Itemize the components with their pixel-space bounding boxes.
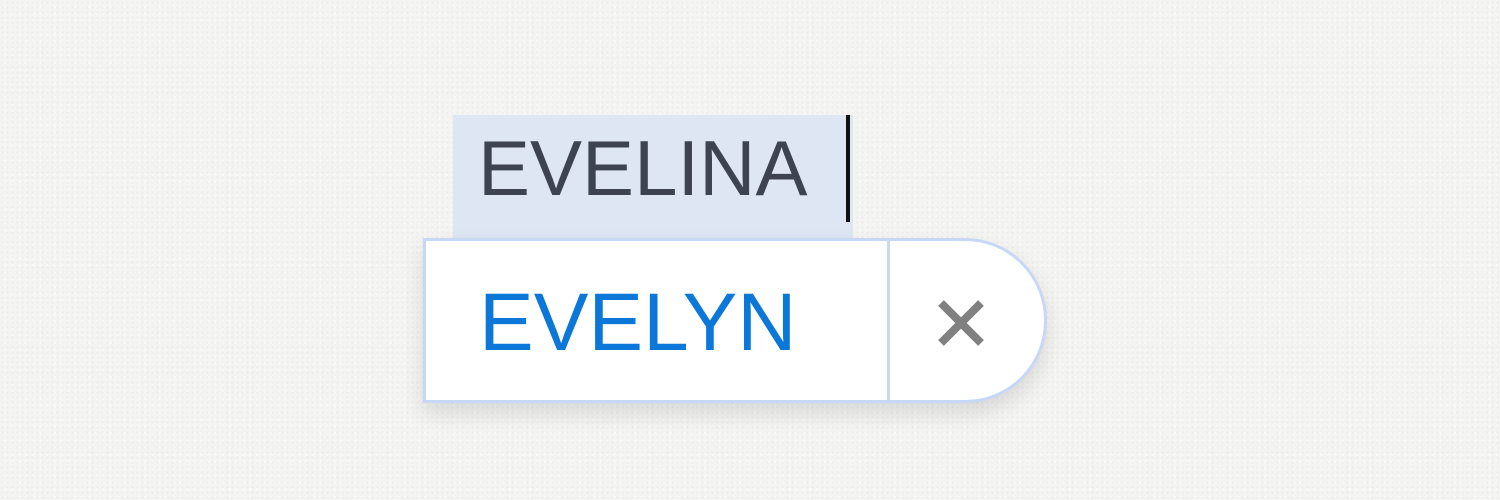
- dismiss-suggestion-button[interactable]: [890, 241, 1044, 400]
- autocorrect-suggestion-label: EVELYN: [479, 277, 797, 368]
- text-field-value: EVELINA: [478, 124, 808, 212]
- text-field[interactable]: EVELINA: [453, 115, 853, 239]
- text-cursor: [846, 115, 850, 222]
- autocorrect-suggestion-button[interactable]: EVELYN: [426, 241, 887, 400]
- close-icon: [938, 300, 984, 346]
- autocorrect-bubble: EVELYN: [423, 238, 1047, 403]
